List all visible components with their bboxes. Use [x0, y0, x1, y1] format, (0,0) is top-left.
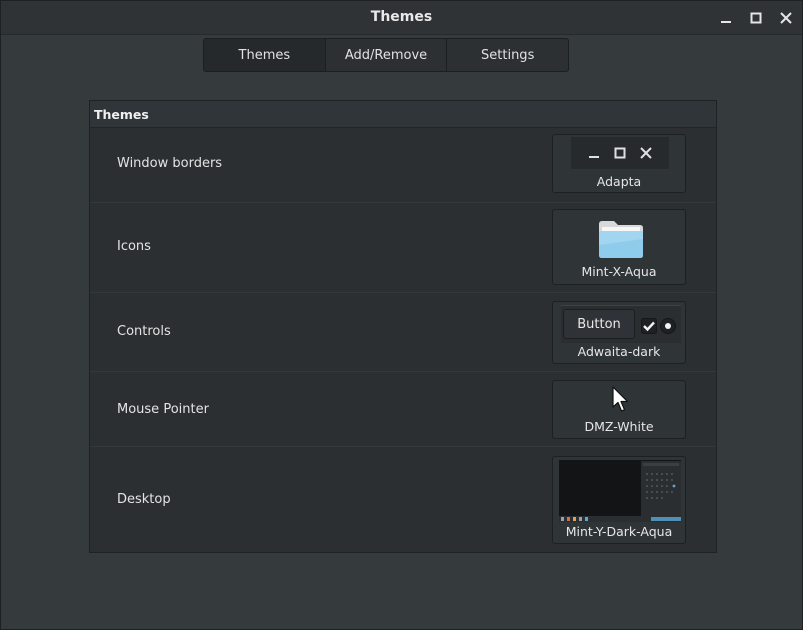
controls-preview: Button	[561, 305, 681, 343]
row-icons: Icons Mint-X-Aqua	[90, 203, 716, 293]
titlebar[interactable]: Themes	[1, 1, 802, 35]
mouse-pointer-chooser[interactable]: DMZ-White	[552, 380, 686, 439]
tab-settings[interactable]: Settings	[447, 39, 568, 71]
row-controls: Controls Button Adwaita-dark	[90, 293, 716, 372]
chooser-value: Mint-Y-Dark-Aqua	[565, 524, 673, 539]
radio-icon	[660, 318, 676, 334]
window-title: Themes	[370, 9, 433, 25]
chooser-value: Adapta	[596, 174, 642, 189]
row-mouse-pointer: Mouse Pointer DMZ-White	[90, 372, 716, 447]
window-borders-preview	[571, 137, 669, 169]
desktop-thumbnail-icon	[559, 460, 681, 522]
preview-button: Button	[563, 309, 635, 339]
row-label: Controls	[117, 324, 171, 339]
maximize-button[interactable]	[746, 8, 766, 28]
maximize-icon	[614, 147, 626, 159]
window-borders-chooser[interactable]: Adapta	[552, 134, 686, 193]
chooser-value: Mint-X-Aqua	[581, 264, 657, 279]
minimize-button[interactable]	[716, 8, 736, 28]
row-window-borders: Window borders Adapta	[90, 128, 716, 203]
row-desktop: Desktop Mint-Y-Dark-Aqua	[90, 447, 716, 551]
tab-add-remove[interactable]: Add/Remove	[326, 39, 448, 71]
maximize-icon	[750, 12, 762, 24]
stack-switcher: Themes Add/Remove Settings	[203, 38, 569, 72]
row-label: Window borders	[117, 156, 223, 171]
icons-chooser[interactable]: Mint-X-Aqua	[552, 209, 686, 285]
controls-chooser[interactable]: Button Adwaita-dark	[552, 301, 686, 364]
chooser-value: DMZ-White	[584, 419, 654, 434]
folder-icon	[599, 221, 643, 258]
desktop-chooser[interactable]: Mint-Y-Dark-Aqua	[552, 456, 686, 544]
desktop-preview	[559, 460, 681, 522]
panel-header: Themes	[90, 101, 716, 128]
close-icon	[780, 12, 792, 24]
close-button[interactable]	[776, 8, 796, 28]
checkbox-icon	[641, 318, 657, 334]
pointer-icon	[612, 386, 629, 412]
minimize-icon	[721, 21, 731, 23]
themes-panel: Themes Window borders Adapta Icons Mint-…	[89, 100, 717, 553]
row-label: Desktop	[117, 492, 171, 507]
chooser-value: Adwaita-dark	[577, 344, 661, 359]
close-icon	[640, 147, 652, 159]
themes-window: Themes Themes Add/Remove Settings Themes…	[0, 0, 803, 630]
row-label: Mouse Pointer	[117, 402, 209, 417]
row-label: Icons	[117, 239, 151, 254]
tab-themes[interactable]: Themes	[204, 39, 326, 71]
minimize-icon	[589, 156, 599, 158]
